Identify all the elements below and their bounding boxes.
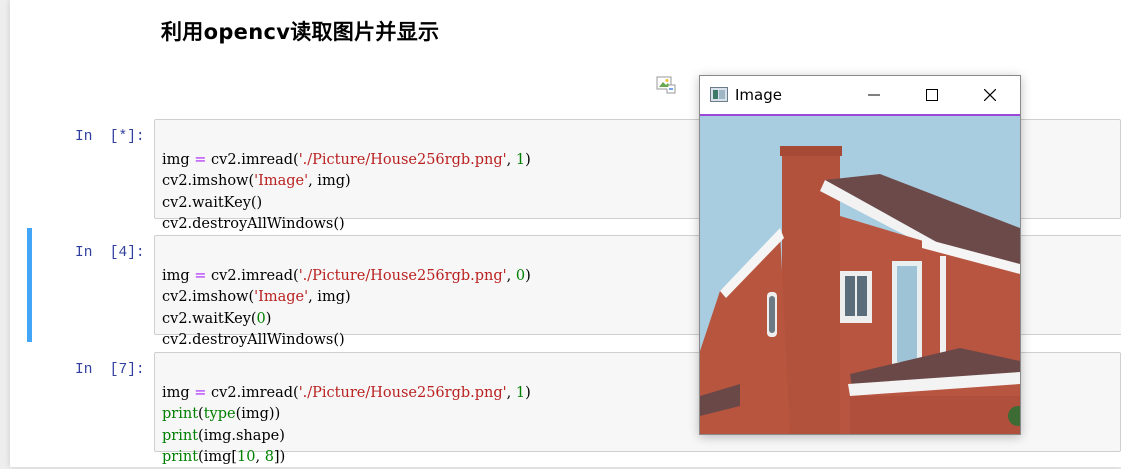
minimize-button[interactable] bbox=[845, 76, 903, 114]
close-button[interactable] bbox=[961, 76, 1019, 114]
broken-image-icon bbox=[656, 76, 676, 94]
minimize-icon bbox=[868, 94, 880, 96]
window-title: Image bbox=[735, 86, 782, 104]
cell-prompt: In [4]: bbox=[75, 245, 145, 261]
cell-prompt: In [7]: bbox=[75, 362, 145, 378]
code-text[interactable]: img = cv2.imread('./Picture/House256rgb.… bbox=[162, 244, 531, 352]
code-text[interactable]: img = cv2.imread('./Picture/House256rgb.… bbox=[162, 361, 531, 469]
window-titlebar[interactable]: Image bbox=[700, 76, 1020, 116]
opencv-image-window[interactable]: Image bbox=[699, 75, 1021, 435]
house-image bbox=[700, 116, 1020, 434]
close-icon bbox=[984, 89, 996, 101]
code-text[interactable]: img = cv2.imread('./Picture/House256rgb.… bbox=[162, 128, 531, 236]
maximize-button[interactable] bbox=[903, 76, 961, 114]
cell-prompt: In [*]: bbox=[75, 129, 145, 145]
maximize-icon bbox=[926, 89, 938, 101]
opencv-app-icon bbox=[710, 87, 728, 102]
section-heading: 利用opencv读取图片并显示 bbox=[161, 20, 440, 44]
